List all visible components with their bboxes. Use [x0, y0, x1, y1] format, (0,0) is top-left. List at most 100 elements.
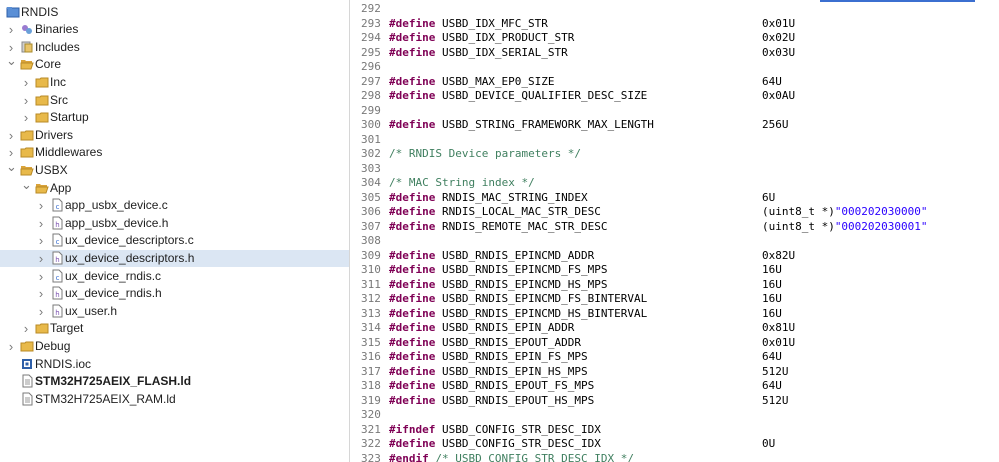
chevron-right-icon[interactable]: ›	[36, 197, 46, 214]
tree-item[interactable]: › Src	[0, 92, 349, 109]
chevron-right-icon[interactable]: ›	[6, 338, 16, 355]
chevron-down-icon[interactable]: ⌄	[6, 52, 17, 69]
code-line[interactable]: 309 #define USBD_RNDIS_EPINCMD_ADDR 0x82U	[350, 249, 999, 264]
code-comment: /* MAC String index */	[389, 176, 535, 189]
code-line[interactable]: 293 #define USBD_IDX_MFC_STR 0x01U	[350, 17, 999, 32]
chevron-right-icon[interactable]: ›	[36, 285, 46, 302]
tree-item-label: ux_device_rndis.c	[65, 268, 162, 283]
code-line[interactable]: 302 /* RNDIS Device parameters */	[350, 147, 999, 162]
define-keyword: #define	[389, 292, 436, 305]
chevron-right-icon[interactable]: ›	[36, 268, 46, 285]
chevron-right-icon[interactable]: ›	[36, 215, 46, 232]
code-line[interactable]: 300 #define USBD_STRING_FRAMEWORK_MAX_LENG…	[350, 118, 999, 133]
tree-item[interactable]: › Target	[0, 320, 349, 337]
line-number: 293	[361, 16, 381, 30]
line-number: 294	[361, 31, 381, 44]
type-cast: (uint8_t *)	[762, 205, 835, 218]
line-number: 307	[361, 219, 381, 233]
code-line[interactable]: 303	[350, 162, 999, 177]
code-line[interactable]: 320	[350, 408, 999, 423]
code-line[interactable]: 321 #ifndef USBD_CONFIG_STR_DESC_IDX	[350, 423, 999, 438]
tree-item[interactable]: › h ux_user.h	[0, 303, 349, 320]
define-keyword: #define	[389, 321, 436, 334]
line-number: 315	[361, 335, 381, 349]
code-line[interactable]: 301	[350, 133, 999, 148]
folder-icon	[20, 128, 34, 145]
code-line[interactable]: 304 /* MAC String index */	[350, 176, 999, 191]
define-keyword: #define	[389, 263, 436, 276]
macro-value: 16U	[762, 292, 782, 305]
chevron-right-icon[interactable]: ›	[36, 232, 46, 249]
code-line[interactable]: 308	[350, 234, 999, 249]
macro-value: 16U	[762, 306, 782, 320]
chevron-down-icon[interactable]: ⌄	[21, 176, 32, 193]
chevron-right-icon[interactable]: ›	[6, 127, 16, 144]
code-line[interactable]: 317 #define USBD_RNDIS_EPIN_HS_MPS 512U	[350, 365, 999, 380]
line-number: 320	[361, 408, 381, 421]
tree-item[interactable]: RNDIS	[0, 4, 349, 21]
code-line[interactable]: 295 #define USBD_IDX_SERIAL_STR 0x03U	[350, 46, 999, 61]
code-line[interactable]: 305 #define RNDIS_MAC_STRING_INDEX 6U	[350, 191, 999, 206]
code-line[interactable]: 297 #define USBD_MAX_EP0_SIZE 64U	[350, 75, 999, 90]
code-editor[interactable]: 292 293 #define USBD_IDX_MFC_STR 0x01U 294 #de…	[350, 0, 999, 462]
macro-name: USBD_CONFIG_STR_DESC_IDX	[441, 422, 601, 436]
chevron-right-icon[interactable]: ›	[36, 303, 46, 320]
tree-item[interactable]: › h ux_device_descriptors.h	[0, 249, 349, 268]
tree-item[interactable]: RNDIS.ioc	[0, 356, 349, 373]
code-line[interactable]: 311 #define USBD_RNDIS_EPINCMD_HS_MPS 16U	[350, 278, 999, 293]
tree-item[interactable]: › c ux_device_rndis.c	[0, 268, 349, 285]
code-line[interactable]: 319 #define USBD_RNDIS_EPOUT_HS_MPS 512U	[350, 394, 999, 409]
macro-name: USBD_RNDIS_EPOUT_ADDR	[441, 335, 582, 349]
code-line[interactable]: 292	[350, 2, 999, 17]
tree-item[interactable]: › Middlewares	[0, 144, 349, 161]
folder-icon	[35, 75, 49, 92]
code-line[interactable]: 318 #define USBD_RNDIS_EPOUT_FS_MPS 64U	[350, 379, 999, 394]
chevron-right-icon[interactable]: ›	[21, 320, 31, 337]
define-keyword: #define	[389, 16, 436, 30]
macro-name: USBD_RNDIS_EPIN_ADDR	[441, 321, 575, 334]
chevron-right-icon[interactable]: ›	[21, 109, 31, 126]
tree-item[interactable]: STM32H725AEIX_RAM.ld	[0, 391, 349, 408]
chevron-right-icon[interactable]: ›	[6, 21, 16, 38]
code-line[interactable]: 306 #define RNDIS_LOCAL_MAC_STR_DESC (uint8…	[350, 205, 999, 220]
code-line[interactable]: 312 #define USBD_RNDIS_EPINCMD_FS_BINTERVA…	[350, 292, 999, 307]
chevron-right-icon[interactable]: ›	[36, 250, 46, 267]
tree-item[interactable]: › h ux_device_rndis.h	[0, 285, 349, 302]
c-file-icon: c	[50, 269, 64, 286]
tree-item[interactable]: › Debug	[0, 338, 349, 355]
define-keyword: #define	[389, 205, 436, 218]
macro-name: USBD_CONFIG_STR_DESC_IDX	[441, 437, 601, 450]
tree-item[interactable]: › Drivers	[0, 127, 349, 144]
define-keyword: #define	[389, 45, 436, 59]
code-line[interactable]: 298 #define USBD_DEVICE_QUALIFIER_DESC_SIZ…	[350, 89, 999, 104]
tree-item[interactable]: › c ux_device_descriptors.c	[0, 232, 349, 249]
svg-text:h: h	[55, 256, 59, 264]
code-line[interactable]: 323 #endif /* USBD_CONFIG_STR_DESC_IDX */	[350, 452, 999, 462]
h-file-icon: h	[50, 251, 64, 268]
code-line[interactable]: 314 #define USBD_RNDIS_EPIN_ADDR 0x81U	[350, 321, 999, 336]
code-line[interactable]: 296	[350, 60, 999, 75]
code-line[interactable]: 307 #define RNDIS_REMOTE_MAC_STR_DESC (uint…	[350, 220, 999, 235]
tree-item[interactable]: › Inc	[0, 74, 349, 91]
tree-item[interactable]: › Includes	[0, 39, 349, 56]
code-line[interactable]: 294 #define USBD_IDX_PRODUCT_STR 0x02U	[350, 31, 999, 46]
code-line[interactable]: 315 #define USBD_RNDIS_EPOUT_ADDR 0x01U	[350, 336, 999, 351]
define-keyword: #define	[389, 306, 436, 320]
tree-item[interactable]: ⌄ USBX	[0, 159, 349, 179]
tree-item[interactable]: STM32H725AEIX_FLASH.ld	[0, 373, 349, 390]
chevron-down-icon[interactable]: ⌄	[6, 158, 17, 175]
tree-item[interactable]: › h app_usbx_device.h	[0, 215, 349, 232]
tree-item[interactable]: › c app_usbx_device.c	[0, 197, 349, 214]
tree-item[interactable]: › Binaries	[0, 21, 349, 38]
tree-item[interactable]: ⌄ App	[0, 177, 349, 197]
tree-item[interactable]: › Startup	[0, 109, 349, 126]
tree-item[interactable]: ⌄ Core	[0, 53, 349, 73]
code-line[interactable]: 299	[350, 104, 999, 119]
chevron-right-icon[interactable]: ›	[21, 74, 31, 91]
code-line[interactable]: 313 #define USBD_RNDIS_EPINCMD_HS_BINTERVA…	[350, 307, 999, 322]
code-line[interactable]: 310 #define USBD_RNDIS_EPINCMD_FS_MPS 16U	[350, 263, 999, 278]
chevron-right-icon[interactable]: ›	[21, 92, 31, 109]
macro-value: 0x01U	[762, 16, 796, 30]
code-line[interactable]: 322 #define USBD_CONFIG_STR_DESC_IDX 0U	[350, 437, 999, 452]
code-line[interactable]: 316 #define USBD_RNDIS_EPIN_FS_MPS 64U	[350, 350, 999, 365]
